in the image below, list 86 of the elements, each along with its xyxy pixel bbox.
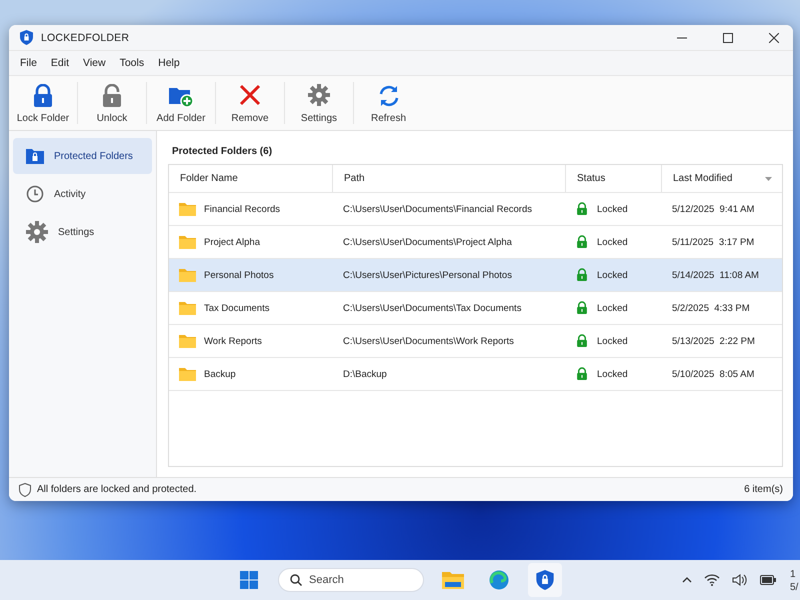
table-row[interactable]: Tax Documents C:\Users\User\Documents\Tax Documents Locked 5/2/2025 4:33 PM [169,292,782,325]
menu-item[interactable]: View [76,57,113,69]
toolbar-button[interactable]: Lock Folder [9,82,78,124]
table-row[interactable]: Work Reports C:\Users\User\Documents\Work Reports Locked 5/13/2025 2:22 PM [169,325,782,358]
table-cell: Locked [597,236,628,248]
table-cell-text: C:\Users\User\Documents\Tax Documents [342,302,522,314]
table-cell: Financial Records [204,204,280,214]
open-padlock-icon [101,84,123,108]
padlock-icon [32,84,54,108]
settings-icon [308,84,330,106]
menu-item[interactable]: File [13,57,44,69]
status-padlock-icon [576,367,588,381]
table-cell-text: 5/14/2025 11:08 AM [671,270,760,280]
refresh-icon [376,84,400,108]
column-header[interactable]: Last Modified [662,165,782,192]
sidebar-item[interactable]: Activity [13,176,152,212]
speaker-icon[interactable] [732,574,748,586]
table-cell: Locked [597,336,628,346]
table-cell: Backup [204,368,236,380]
column-header[interactable]: Folder Name [169,165,333,192]
table-row[interactable]: Backup D:\Backup Locked 5/10/2025 8:05 AM [169,358,782,391]
folder-lock-icon [26,148,44,164]
item-count: 6 item(s) [744,484,783,495]
folder-icon [179,268,196,282]
folder-icon [179,301,196,315]
menu-item[interactable]: Edit [44,57,76,69]
shield-lock-icon [20,30,33,45]
table-cell-text: 5/13/2025 2:22 PM [671,336,756,346]
status-padlock-icon [576,202,588,216]
window-title: LOCKEDFOLDER [41,32,130,44]
settings-icon [26,221,48,243]
shield-icon [19,482,31,496]
maximize-icon [723,32,733,42]
chevron-up-icon[interactable] [682,577,692,583]
table-cell-text: C:\Users\User\Pictures\Personal Photos [342,270,513,280]
table-cell-text: 5/11/2025 3:17 PM [671,236,756,248]
wifi-icon[interactable] [704,574,720,586]
folder-icon [179,235,196,249]
clock-text[interactable]: 1 [790,568,798,581]
toolbar-button[interactable]: Settings [285,82,354,124]
table-cell-text: D:\Backup [342,368,388,380]
status-padlock-icon [576,301,588,315]
status-padlock-icon [576,268,588,282]
clock-icon [26,185,44,203]
menu-item[interactable]: Help [151,57,187,69]
folder-icon [179,202,196,216]
table-cell: Locked [597,204,628,214]
toolbar-button[interactable]: Unlock [78,82,147,124]
table-cell-text: C:\Users\User\Documents\Financial Records [342,204,534,214]
table-cell-text: C:\Users\User\Documents\Work Reports [342,336,515,346]
table-cell: Locked [597,270,628,280]
menu-item[interactable]: Tools [112,57,152,69]
table-cell: Locked [597,368,628,380]
battery-icon[interactable] [760,575,776,585]
table-cell: Work Reports [204,336,262,346]
column-header[interactable]: Path [333,165,566,192]
table-cell: Tax Documents [204,302,270,314]
table-cell: Personal Photos [204,270,274,280]
table-row[interactable]: Personal Photos C:\Users\User\Pictures\Personal Photos Locked 5/14/2025 11:08 AM [169,259,782,292]
sidebar-item[interactable]: Protected Folders [13,138,152,174]
search-field[interactable]: Search [278,568,424,592]
toolbar-button[interactable]: Add Folder [147,82,216,124]
search-icon [290,574,302,586]
remove-icon [239,84,261,106]
table-row[interactable]: Financial Records C:\Users\User\Documents\Financial Records Locked 5/12/2025 9:41 AM [169,193,782,226]
status-message: All folders are locked and protected. [37,484,198,495]
folder-icon [179,367,196,381]
table-cell-text: 5/2/2025 4:33 PM [671,302,751,314]
windows-logo-icon [240,571,258,589]
table-cell-text: 5/10/2025 8:05 AM [671,368,756,380]
table-cell-text: 5/12/2025 9:41 AM [671,204,756,214]
clock-text[interactable]: 5/ [790,581,798,594]
table-cell: Project Alpha [204,236,260,248]
close-icon [769,32,779,42]
sidebar-item[interactable]: Settings [13,214,152,250]
status-padlock-icon [576,334,588,348]
toolbar-button[interactable]: Remove [216,82,285,124]
table-cell: Locked [597,302,628,314]
shield-lock-taskbar-icon[interactable] [528,563,562,597]
folder-icon [179,334,196,348]
sort-caret-icon [765,176,772,180]
table-cell-text: C:\Users\User\Documents\Project Alpha [342,236,513,248]
section-title: Protected Folders (6) [171,145,274,159]
status-padlock-icon [576,235,588,249]
column-header[interactable]: Status [566,165,662,192]
toolbar-button[interactable]: Refresh [354,82,423,124]
